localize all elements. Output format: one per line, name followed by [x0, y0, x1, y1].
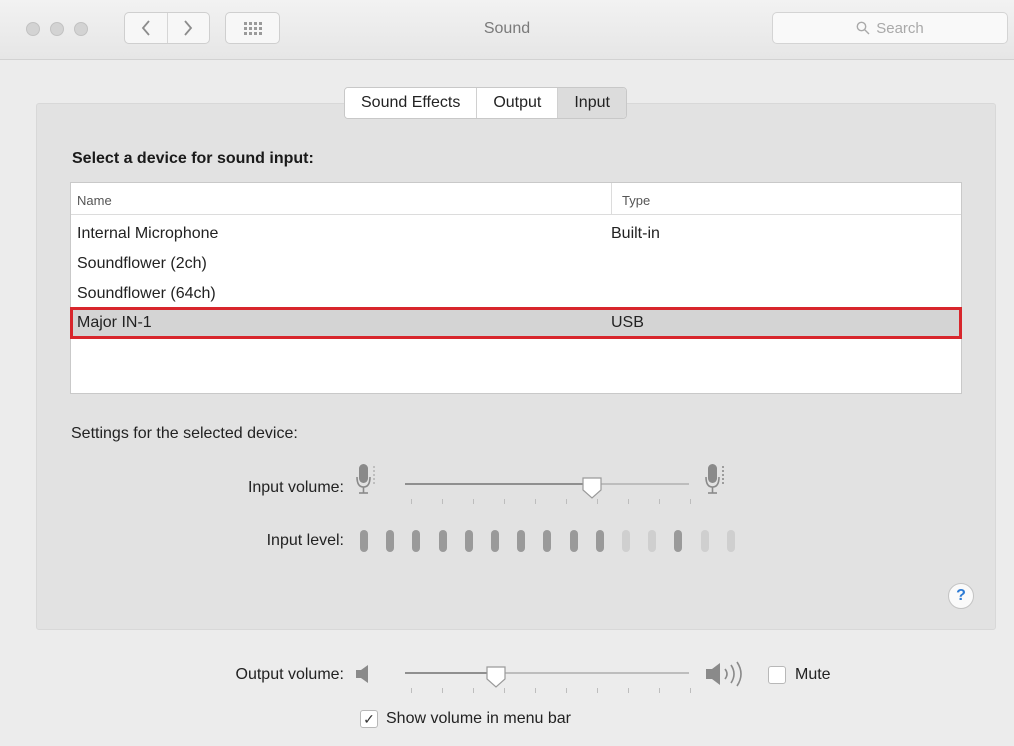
slider-tick	[566, 499, 567, 504]
input-level-segment	[700, 530, 709, 552]
help-button[interactable]: ?	[948, 583, 974, 609]
sound-preferences-window: Sound Search Sound Effects Output Input …	[0, 0, 1014, 746]
slider-tick	[535, 688, 536, 693]
search-icon	[856, 21, 870, 35]
input-volume-fill	[405, 483, 593, 485]
device-name: Soundflower (2ch)	[77, 255, 207, 272]
speaker-low-icon	[356, 665, 368, 683]
input-level-segment	[360, 530, 368, 552]
slider-tick	[690, 688, 691, 693]
input-level-segment	[569, 530, 578, 552]
input-level-label: Input level:	[266, 532, 344, 549]
settings-label: Settings for the selected device:	[71, 425, 298, 442]
input-device-table: Name Type Internal Microphone Built-in S…	[70, 182, 962, 394]
input-level-segment	[622, 530, 630, 552]
slider-tick	[473, 499, 474, 504]
tab-input[interactable]: Input	[557, 88, 626, 118]
slider-tick	[628, 688, 629, 693]
mute-label: Mute	[795, 666, 831, 683]
input-level-segment	[674, 530, 683, 552]
slider-tick	[504, 499, 505, 504]
title-bar: Sound Search	[0, 0, 1014, 60]
tab-output[interactable]: Output	[476, 88, 558, 118]
table-row-selected[interactable]: Major IN-1 USB	[70, 307, 962, 339]
output-volume-fill	[405, 672, 496, 674]
show-volume-label: Show volume in menu bar	[386, 710, 571, 727]
input-level-segment	[438, 530, 447, 552]
column-header-name[interactable]: Name	[77, 193, 112, 208]
device-type: Built-in	[611, 225, 660, 242]
search-field[interactable]: Search	[772, 12, 1008, 44]
output-volume-label: Output volume:	[235, 666, 345, 683]
slider-tick	[411, 688, 412, 693]
device-name: Internal Microphone	[77, 225, 219, 242]
slider-tick	[659, 688, 660, 693]
device-name: Major IN-1	[77, 314, 152, 331]
show-volume-checkbox[interactable]: ✓	[360, 710, 378, 728]
input-level-segment	[726, 530, 735, 552]
column-header-type[interactable]: Type	[611, 183, 650, 215]
device-type: USB	[611, 314, 644, 331]
microphone-high-icon	[705, 464, 724, 494]
slider-tick	[535, 499, 536, 504]
table-row[interactable]: Soundflower (2ch)	[71, 249, 961, 279]
slider-tick	[659, 499, 660, 504]
tab-bar: Sound Effects Output Input	[344, 87, 627, 119]
table-row[interactable]: Internal Microphone Built-in	[71, 219, 961, 249]
speaker-high-icon	[706, 661, 742, 687]
input-level-segment	[595, 530, 604, 552]
input-level-segment	[464, 530, 473, 552]
input-level-segment	[386, 530, 395, 552]
input-volume-slider-knob[interactable]	[581, 476, 603, 500]
slider-tick	[473, 688, 474, 693]
slider-tick	[690, 499, 691, 504]
slider-tick	[442, 499, 443, 504]
table-row[interactable]: Soundflower (64ch)	[71, 279, 961, 309]
output-volume-slider-knob[interactable]	[485, 665, 507, 689]
input-level-segment	[543, 530, 552, 552]
device-name: Soundflower (64ch)	[77, 285, 216, 302]
tab-sound-effects[interactable]: Sound Effects	[345, 88, 477, 118]
mute-checkbox[interactable]	[768, 666, 786, 684]
input-level-segment	[491, 530, 499, 552]
slider-tick	[442, 688, 443, 693]
input-level-segment	[412, 530, 421, 552]
slider-tick	[411, 499, 412, 504]
input-level-segment	[648, 530, 657, 552]
input-level-segment	[517, 530, 526, 552]
slider-tick	[566, 688, 567, 693]
section-title: Select a device for sound input:	[72, 150, 314, 167]
slider-tick	[628, 499, 629, 504]
search-placeholder: Search	[876, 19, 924, 37]
input-volume-label: Input volume:	[247, 479, 344, 496]
slider-tick	[597, 688, 598, 693]
table-header: Name Type	[71, 183, 961, 215]
microphone-low-icon	[356, 464, 375, 494]
